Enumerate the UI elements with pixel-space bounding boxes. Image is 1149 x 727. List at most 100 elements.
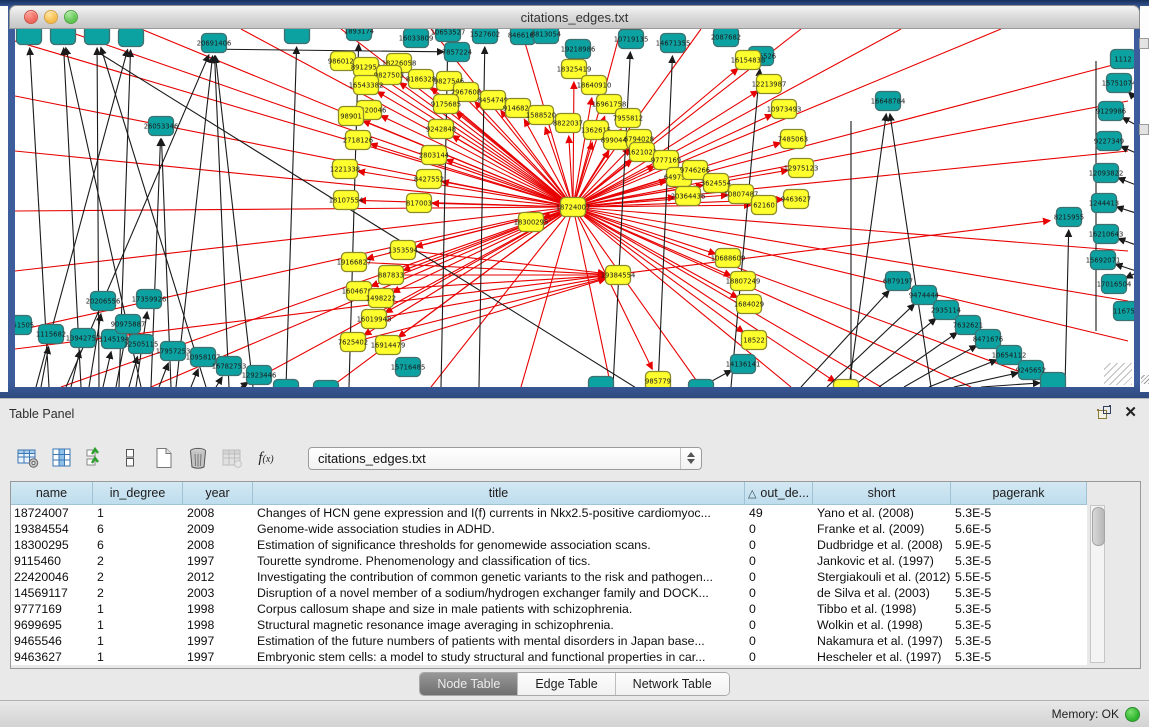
minimize-window-button[interactable] <box>44 10 58 24</box>
delete-table-icon[interactable] <box>184 444 212 472</box>
table-row[interactable]: 1830029562008Estimation of significance … <box>11 537 1087 553</box>
graph-node-label: 14136141 <box>726 360 761 368</box>
graph-node[interactable] <box>51 29 76 45</box>
column-header-short[interactable]: short <box>813 482 951 504</box>
table-cell: 1997 <box>183 649 253 665</box>
table-settings-icon[interactable] <box>14 444 42 472</box>
tab-edge-table[interactable]: Edge Table <box>518 673 615 695</box>
graph-node-label: 20206556 <box>86 297 121 305</box>
table-cell: 0 <box>745 601 813 617</box>
table-row[interactable]: 977716911998Corpus callosum shape and si… <box>11 601 1087 617</box>
tab-network-table[interactable]: Network Table <box>616 673 729 695</box>
network-desktop: citations_edges.txt 20691406189317416033… <box>0 0 1149 398</box>
table-row[interactable]: 946362711997Embryonic stem cells: a mode… <box>11 649 1087 665</box>
table-selector-dropdown[interactable]: citations_edges.txt <box>308 447 702 470</box>
close-window-button[interactable] <box>24 10 38 24</box>
table-cell: 2 <box>93 585 183 601</box>
table-cell: 1 <box>93 633 183 649</box>
resize-grip[interactable] <box>1141 375 1149 384</box>
close-panel-icon[interactable]: ✕ <box>1124 406 1137 420</box>
graph-node[interactable] <box>285 29 310 44</box>
graph-node[interactable] <box>17 29 42 45</box>
table-cell: 22420046 <box>11 569 93 585</box>
status-bar: Memory: OK <box>0 700 1149 727</box>
column-header-title[interactable]: title <box>253 482 745 504</box>
network-window-titlebar[interactable]: citations_edges.txt <box>9 5 1140 29</box>
graph-node-label: 2935114 <box>931 306 961 314</box>
column-header-in_degree[interactable]: in_degree <box>93 482 183 504</box>
graph-edge <box>286 47 297 387</box>
graph-node[interactable] <box>1041 373 1066 388</box>
graph-node-label: 16210643 <box>1089 230 1124 238</box>
table-cell: Franke et al. (2009) <box>813 521 951 537</box>
canvas-resize-grip[interactable] <box>1104 363 1132 385</box>
table-cell: 5.3E-5 <box>951 553 1087 569</box>
network-canvas[interactable]: 2069140618931741603380910653527152760284… <box>15 29 1134 387</box>
table-cell: 18724007 <box>11 505 93 521</box>
table-cell: 9463627 <box>11 649 93 665</box>
graph-node-label: 16914479 <box>371 341 406 349</box>
graph-node-label: 18522 <box>743 336 765 344</box>
function-builder-label: f(x) <box>258 450 273 467</box>
graph-node[interactable] <box>314 381 339 388</box>
graph-node-label: 10958107 <box>186 353 221 361</box>
scrollbar-thumb[interactable] <box>1092 507 1105 546</box>
column-header-name[interactable]: name <box>11 482 93 504</box>
table-row[interactable]: 946554611997Estimation of the future num… <box>11 633 1087 649</box>
graph-node-label: 9746266 <box>680 166 710 174</box>
table-cell: Stergiakouli et al. (2012) <box>813 569 951 585</box>
column-header-pagerank[interactable]: pagerank <box>951 482 1087 504</box>
graph-node-label: 985779 <box>645 377 671 385</box>
memory-ok-indicator-icon[interactable] <box>1125 707 1140 722</box>
table-cell: 5.3E-5 <box>951 617 1087 633</box>
table-row[interactable]: 1872400712008Changes of HCN gene express… <box>11 505 1087 521</box>
show-columns-icon[interactable] <box>48 444 76 472</box>
graph-node[interactable] <box>589 377 614 388</box>
graph-node-label: 1115682 <box>36 330 66 338</box>
graph-node-label: 10719135 <box>614 35 649 43</box>
table-tabs: Node TableEdge TableNetwork Table <box>419 672 729 696</box>
float-window-icon[interactable] <box>1097 405 1112 420</box>
graph-node[interactable] <box>85 29 110 45</box>
table-cell: 1997 <box>183 633 253 649</box>
row-height-icon[interactable] <box>116 444 144 472</box>
graph-node-label: 7857224 <box>442 48 472 56</box>
tab-node-table[interactable]: Node Table <box>420 673 518 695</box>
graph-edge <box>1115 264 1134 271</box>
dropdown-stepper-icon <box>680 448 701 469</box>
select-rows-icon[interactable] <box>82 444 110 472</box>
graph-node[interactable] <box>689 380 714 388</box>
column-header-year[interactable]: year <box>183 482 253 504</box>
zoom-window-button[interactable] <box>64 10 78 24</box>
graph-edge <box>215 56 229 387</box>
graph-node[interactable] <box>274 380 299 388</box>
graph-node-label: 16154838 <box>731 56 766 64</box>
table-row[interactable]: 2242004622012Investigating the contribut… <box>11 569 1087 585</box>
graph-node-label: 98901 <box>340 112 362 120</box>
table-cell: 5.3E-5 <box>951 649 1087 665</box>
table-row[interactable]: 911546021997Tourette syndrome. Phenomeno… <box>11 553 1087 569</box>
table-panel-header: Table Panel ✕ <box>0 399 1149 428</box>
graph-node-label: 10688609 <box>711 254 746 262</box>
table-row[interactable]: 969969511998Structural magnetic resonanc… <box>11 617 1087 633</box>
table-body: 1872400712008Changes of HCN gene express… <box>11 505 1087 665</box>
graph-node-label: 8471676 <box>973 335 1003 343</box>
table-cell: 5.3E-5 <box>951 585 1087 601</box>
table-cell: 1997 <box>183 553 253 569</box>
create-table-icon[interactable] <box>150 444 178 472</box>
graph-node-label: 62160 <box>753 201 775 209</box>
graph-edge <box>1065 230 1069 387</box>
table-row[interactable]: 1456911722003Disruption of a novel membe… <box>11 585 1087 601</box>
table-vertical-scrollbar[interactable] <box>1090 505 1105 663</box>
table-cell: Changes of HCN gene expression and I(f) … <box>253 505 745 521</box>
graph-node[interactable] <box>834 380 859 388</box>
column-header-out_de[interactable]: △out_de... <box>745 482 813 504</box>
graph-node[interactable] <box>119 29 144 47</box>
table-cell: 0 <box>745 521 813 537</box>
graph-edge <box>573 82 574 207</box>
table-cell: 5.3E-5 <box>951 633 1087 649</box>
function-builder-icon[interactable]: f(x) <box>252 444 280 472</box>
graph-node-label: 2803144 <box>419 151 449 159</box>
graph-node-label: 15692071 <box>1086 256 1121 264</box>
table-row[interactable]: 1938455462009Genome-wide association stu… <box>11 521 1087 537</box>
